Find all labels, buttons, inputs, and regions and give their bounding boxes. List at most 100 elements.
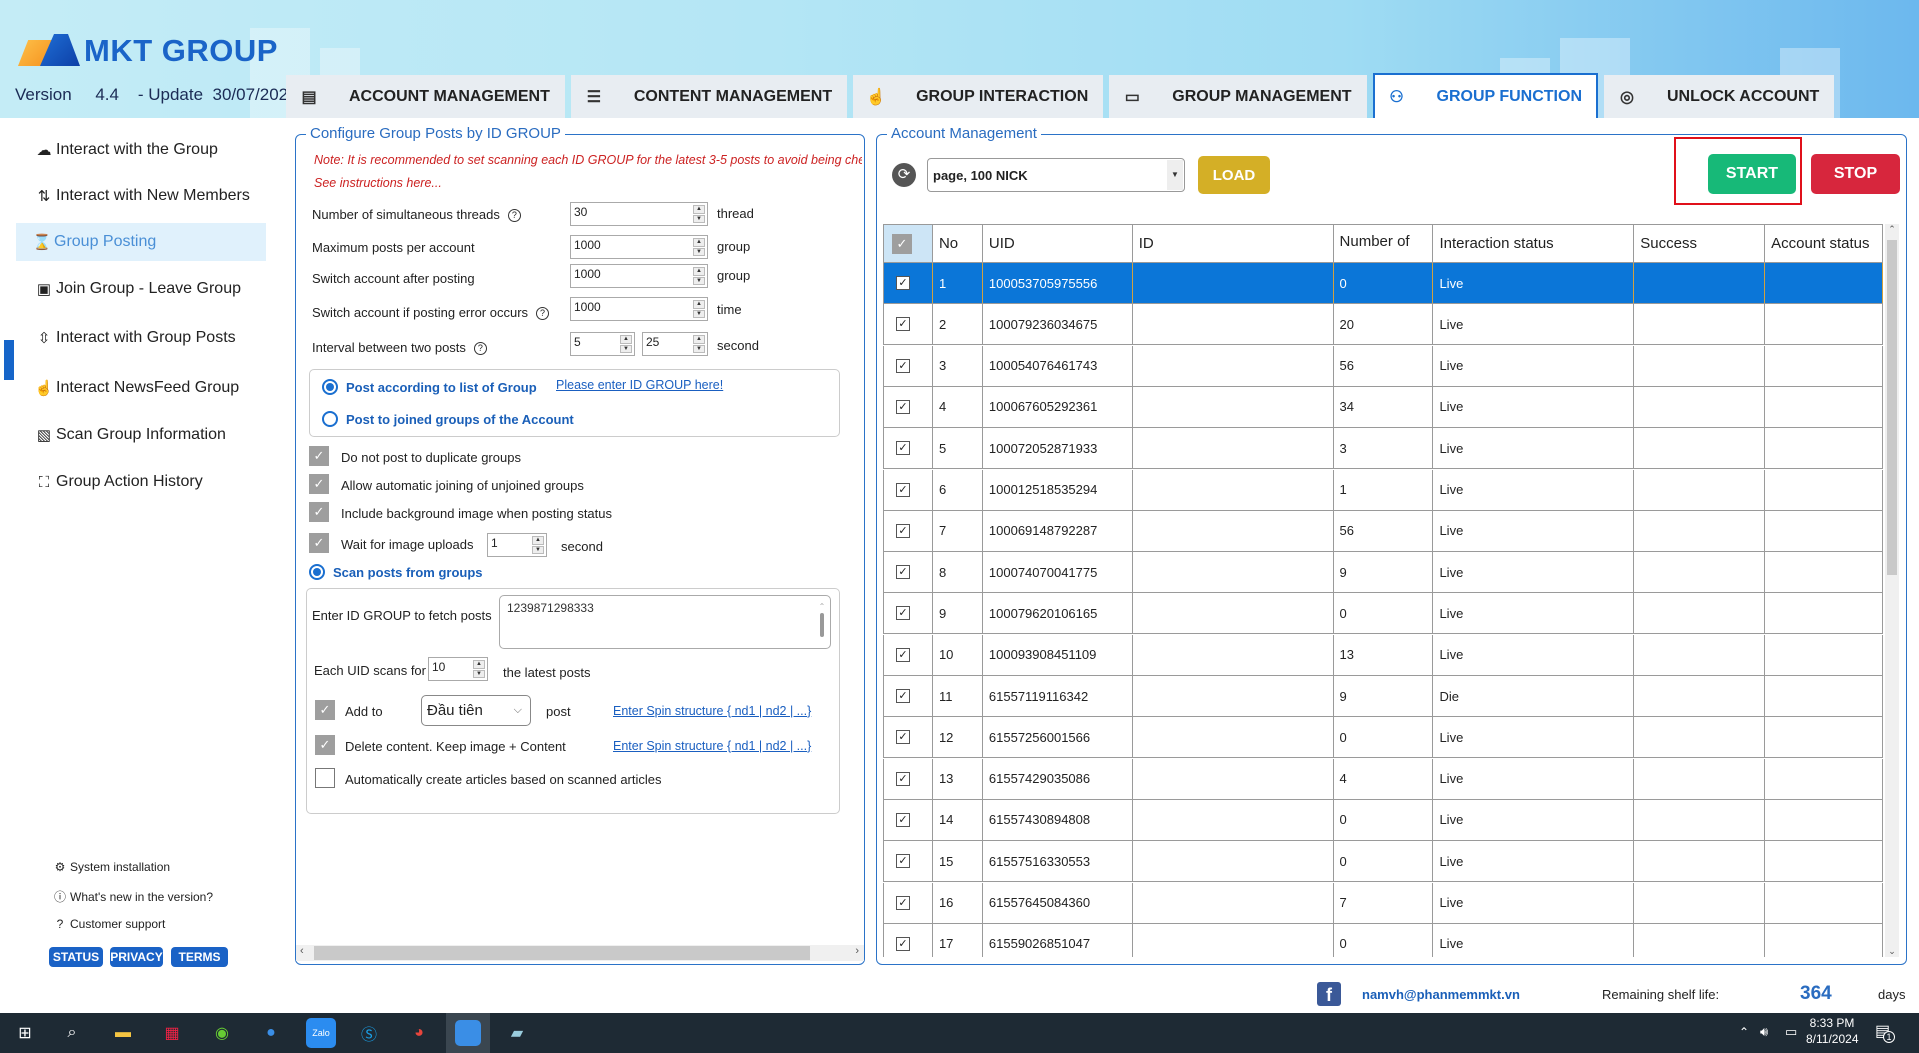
refresh-icon[interactable]: ⟳ (892, 163, 916, 187)
tab-group-interaction[interactable]: ☝ GROUP INTERACTION (853, 75, 1104, 118)
table-row[interactable]: ✓ 2 100079236034675 20 Live (883, 304, 1883, 346)
spin-up-icon[interactable]: ▲ (532, 536, 544, 545)
header-uid[interactable]: UID (982, 225, 1133, 262)
whats-new-link[interactable]: ⓘ What's new in the version? (53, 888, 213, 905)
skype-icon[interactable]: Ⓢ (354, 1018, 384, 1048)
row-checkbox[interactable]: ✓ (896, 936, 910, 951)
stop-button[interactable]: STOP (1811, 154, 1900, 194)
privacy-button[interactable]: PRIVACY (110, 947, 163, 967)
row-checkbox-cell[interactable]: ✓ (884, 841, 933, 882)
row-checkbox[interactable]: ✓ (896, 895, 910, 910)
tab-account-management[interactable]: ▤ ACCOUNT MANAGEMENT (286, 75, 565, 118)
interval-max-input[interactable]: 25 ▲ ▼ (642, 332, 708, 356)
max-posts-input[interactable]: 1000 ▲ ▼ (570, 235, 708, 259)
tray-chevron-icon[interactable]: ⌃ (1739, 1025, 1749, 1039)
row-checkbox-cell[interactable]: ✓ (884, 758, 933, 799)
system-installation-link[interactable]: ⚙ System installation (53, 860, 170, 874)
row-checkbox[interactable]: ✓ (896, 276, 910, 290)
spin-up-icon[interactable]: ▲ (693, 205, 705, 214)
row-checkbox-cell[interactable]: ✓ (884, 676, 933, 716)
scroll-right-icon[interactable]: › (855, 945, 859, 957)
row-checkbox-cell[interactable]: ✓ (884, 304, 933, 345)
table-row[interactable]: ✓ 11 61557119116342 9 Die (883, 676, 1883, 717)
select-all-checkbox[interactable]: ✓ (892, 233, 912, 254)
spin-up-icon[interactable]: ▲ (693, 335, 705, 344)
spin-structure-link-1[interactable]: Enter Spin structure { nd1 | nd2 | ...} (613, 704, 811, 718)
checkbox-wait-upload[interactable]: ✓ (309, 533, 329, 553)
sidebar-item-scan-info[interactable]: ▧ Scan Group Information (18, 416, 266, 454)
spin-structure-link-2[interactable]: Enter Spin structure { nd1 | nd2 | ...} (613, 739, 811, 753)
spin-up-icon[interactable]: ▲ (620, 335, 632, 344)
row-checkbox[interactable]: ✓ (896, 771, 910, 786)
spin-up-icon[interactable]: ▲ (693, 267, 705, 276)
network-icon[interactable]: ▭ (1785, 1024, 1797, 1040)
threads-input[interactable]: 30 ▲ ▼ (570, 202, 708, 226)
help-icon[interactable]: ? (473, 342, 487, 356)
row-checkbox[interactable]: ✓ (896, 606, 910, 621)
table-row[interactable]: ✓ 12 61557256001566 0 Live (883, 717, 1883, 759)
sidebar-item-join-leave[interactable]: ▣ Join Group - Leave Group (18, 270, 266, 308)
table-row[interactable]: ✓ 5 100072052871933 3 Live (883, 428, 1883, 470)
sidebar-item-newsfeed[interactable]: ☝ Interact NewsFeed Group (18, 369, 266, 407)
select-all-cell[interactable]: ✓ (884, 225, 933, 262)
enter-id-group-link[interactable]: Please enter ID GROUP here! (556, 378, 723, 392)
tab-content-management[interactable]: ☰ CONTENT MANAGEMENT (570, 75, 848, 118)
spin-down-icon[interactable]: ▼ (693, 276, 705, 285)
checkbox-auto-join[interactable]: ✓ (309, 474, 329, 494)
header-id[interactable]: ID (1132, 225, 1334, 262)
checkbox-background-image[interactable]: ✓ (309, 502, 329, 522)
sidebar-item-group-posts[interactable]: ⇳ Interact with Group Posts (18, 319, 266, 357)
tab-group-management[interactable]: ▭ GROUP MANAGEMENT (1109, 75, 1367, 118)
add-to-select[interactable]: Đầu tiên ⌵ (421, 695, 531, 726)
radio-scan-posts[interactable] (309, 564, 325, 580)
table-row[interactable]: ✓ 16 61557645084360 7 Live (883, 882, 1883, 924)
sidebar-item-group-posting[interactable]: ⌛ Group Posting (16, 223, 266, 261)
table-row[interactable]: ✓ 6 100012518535294 1 Live (883, 469, 1883, 511)
spinner[interactable]: ▲ ▼ (693, 205, 705, 223)
unikey-icon[interactable]: ▦ (157, 1018, 187, 1048)
spinner[interactable]: ▲ ▼ (693, 335, 705, 353)
row-checkbox[interactable]: ✓ (896, 441, 910, 456)
tab-group-function[interactable]: ⚇ GROUP FUNCTION (1372, 73, 1598, 118)
spin-down-icon[interactable]: ▼ (693, 344, 705, 353)
header-no[interactable]: No (932, 225, 983, 262)
row-checkbox-cell[interactable]: ✓ (884, 469, 933, 510)
spinner[interactable]: ▲ ▼ (620, 335, 632, 353)
spin-down-icon[interactable]: ▼ (693, 309, 705, 318)
row-checkbox-cell[interactable]: ✓ (884, 882, 933, 923)
spinner[interactable]: ▲ ▼ (693, 267, 705, 285)
start-icon[interactable]: ⊞ (10, 1018, 40, 1048)
tab-unlock-account[interactable]: ◎ UNLOCK ACCOUNT (1604, 75, 1835, 118)
help-icon[interactable]: ? (507, 209, 521, 223)
dropdown-arrow-icon[interactable]: ▼ (1167, 160, 1183, 190)
row-checkbox[interactable]: ✓ (896, 482, 910, 497)
spin-up-icon[interactable]: ▲ (693, 238, 705, 247)
row-checkbox[interactable]: ✓ (896, 689, 910, 703)
load-button[interactable]: LOAD (1198, 156, 1270, 194)
row-checkbox[interactable]: ✓ (896, 730, 910, 745)
spin-down-icon[interactable]: ▼ (532, 545, 544, 554)
row-checkbox[interactable]: ✓ (896, 399, 910, 414)
sidebar-item-history[interactable]: ⛶ Group Action History (18, 463, 266, 501)
table-row[interactable]: ✓ 4 100067605292361 34 Live (883, 386, 1883, 428)
row-checkbox-cell[interactable]: ✓ (884, 263, 933, 303)
row-checkbox-cell[interactable]: ✓ (884, 510, 933, 551)
spinner[interactable]: ▲ ▼ (532, 536, 544, 554)
header-number-of[interactable]: Number of (1333, 225, 1434, 262)
header-success[interactable]: Success (1634, 225, 1766, 262)
row-checkbox-cell[interactable]: ✓ (884, 717, 933, 758)
checkbox-add-to[interactable]: ✓ (315, 700, 335, 720)
help-icon[interactable]: ? (536, 307, 550, 321)
notification-icon[interactable]: ▤ 1 (1875, 1021, 1895, 1043)
sidebar-item-new-members[interactable]: ⇅ Interact with New Members (18, 177, 266, 215)
header-interaction-status[interactable]: Interaction status (1433, 225, 1635, 262)
spin-down-icon[interactable]: ▼ (473, 669, 485, 678)
spinner[interactable]: ▲ ▼ (693, 238, 705, 256)
table-row[interactable]: ✓ 3 100054076461743 56 Live (883, 345, 1883, 387)
scroll-left-icon[interactable]: ‹ (300, 945, 304, 957)
row-checkbox-cell[interactable]: ✓ (884, 799, 933, 840)
radio-list-of-group[interactable] (322, 379, 338, 395)
scrollbar-thumb[interactable] (314, 946, 810, 960)
textarea-scrollbar[interactable]: ⌃ (818, 602, 826, 642)
spin-down-icon[interactable]: ▼ (693, 214, 705, 223)
